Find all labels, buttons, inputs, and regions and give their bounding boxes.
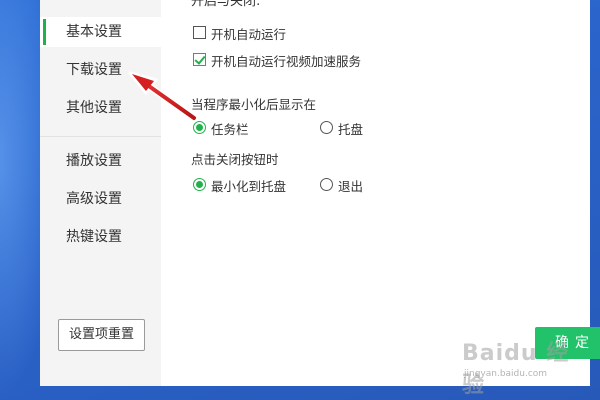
autostart-checkbox[interactable]	[193, 26, 206, 39]
sidebar-item-other-settings[interactable]: 其他设置	[40, 93, 161, 123]
sidebar-divider	[40, 136, 161, 137]
ok-button[interactable]: 确定	[535, 327, 600, 359]
settings-sidebar: 基本设置 下载设置 其他设置 播放设置 高级设置 热键设置 设置项重置	[40, 0, 161, 386]
section-title-startup: 开启与关闭:	[191, 0, 261, 9]
autostart-label: 开机自动运行	[211, 27, 287, 42]
sidebar-item-label: 基本设置	[66, 24, 122, 40]
close-minimize-tray-radio[interactable]	[193, 178, 206, 191]
sidebar-item-download-settings[interactable]: 下载设置	[40, 55, 161, 85]
sidebar-item-label: 下载设置	[66, 62, 122, 78]
close-exit-label: 退出	[338, 179, 364, 194]
minimize-tray-radio[interactable]	[320, 121, 333, 134]
autostart-accel-label: 开机自动运行视频加速服务	[211, 54, 362, 69]
sidebar-item-label: 热键设置	[66, 229, 122, 245]
settings-content: 开启与关闭: 开机自动运行 开机自动运行视频加速服务 当程序最小化后显示在 任务…	[161, 0, 600, 386]
close-section-title: 点击关闭按钮时	[191, 152, 279, 167]
minimize-taskbar-radio[interactable]	[193, 121, 206, 134]
minimize-taskbar-label: 任务栏	[211, 122, 249, 137]
minimize-tray-label: 托盘	[338, 122, 364, 137]
reset-settings-button[interactable]: 设置项重置	[58, 319, 145, 351]
close-exit-radio[interactable]	[320, 178, 333, 191]
sidebar-item-label: 高级设置	[66, 191, 122, 207]
sidebar-item-label: 播放设置	[66, 153, 122, 169]
close-minimize-tray-label: 最小化到托盘	[211, 179, 287, 194]
settings-window: 基本设置 下载设置 其他设置 播放设置 高级设置 热键设置 设置项重置 开启与关…	[40, 0, 600, 386]
sidebar-item-label: 其他设置	[66, 100, 122, 116]
sidebar-item-advanced-settings[interactable]: 高级设置	[40, 184, 161, 214]
sidebar-item-hotkey-settings[interactable]: 热键设置	[40, 222, 161, 252]
sidebar-item-playback-settings[interactable]: 播放设置	[40, 146, 161, 176]
minimize-section-title: 当程序最小化后显示在	[191, 97, 317, 112]
sidebar-item-basic-settings[interactable]: 基本设置	[40, 17, 161, 47]
autostart-accel-checkbox[interactable]	[193, 53, 206, 66]
